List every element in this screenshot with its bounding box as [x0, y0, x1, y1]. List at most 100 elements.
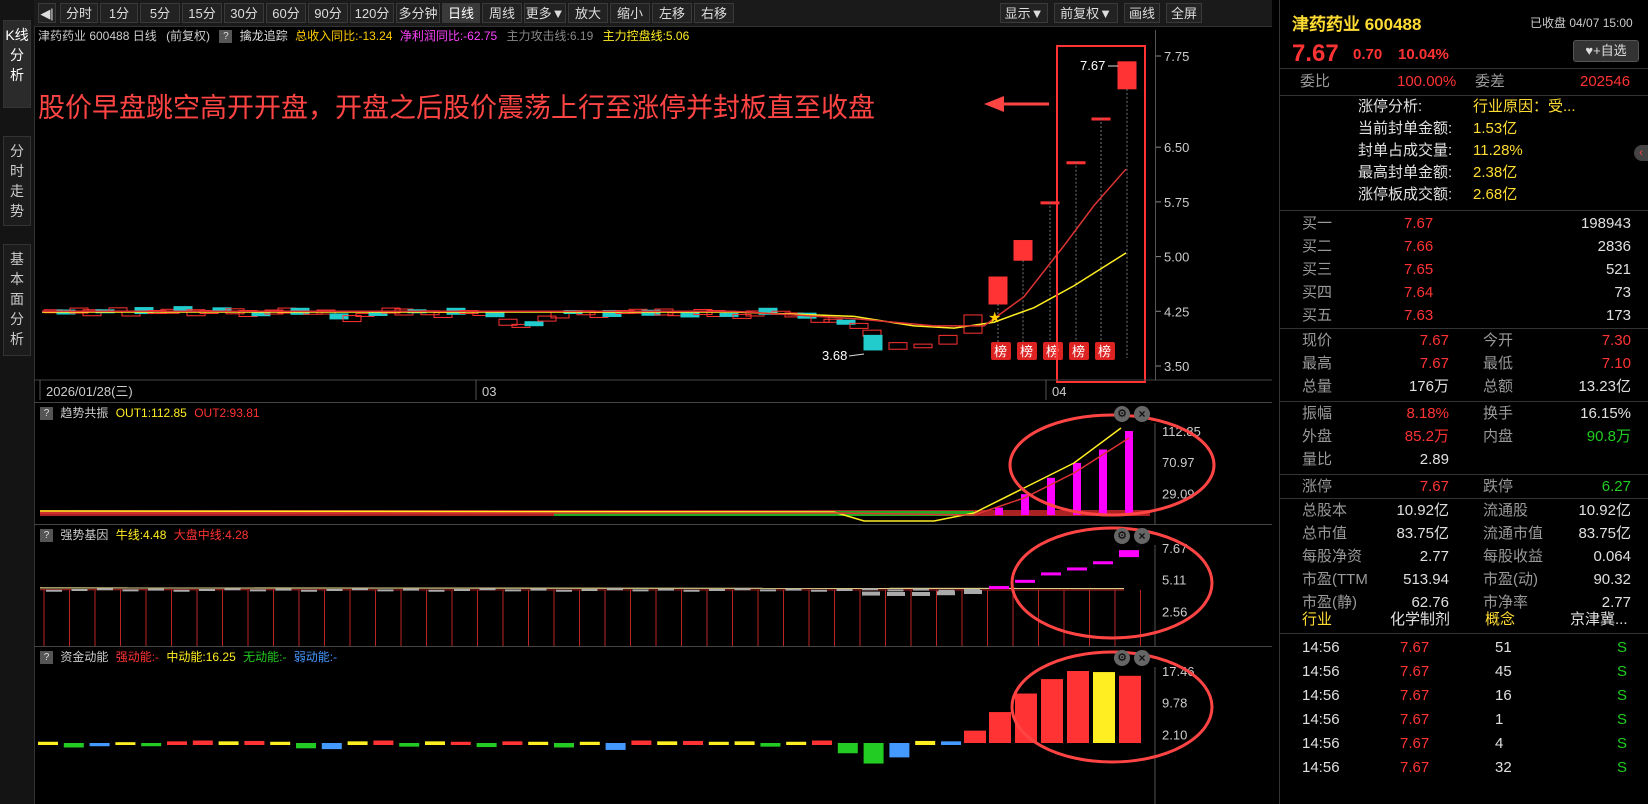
gear-icon[interactable]: ⚙: [1114, 650, 1130, 666]
industry-value[interactable]: 化学制剂: [1390, 608, 1450, 632]
stat-value: 83.75亿: [1578, 525, 1631, 542]
strong-mark: [275, 588, 292, 591]
nav-kline-analysis[interactable]: K线分析: [3, 20, 31, 108]
fund-bar: [450, 741, 471, 745]
tick-row: 14:56 7.67 32 S: [1280, 756, 1648, 780]
stat-value: 176万: [1408, 378, 1449, 395]
fund-panel[interactable]: ? 资金动能 强动能:- 中动能:16.25 无动能:- 弱动能:- 17.46…: [34, 647, 1272, 804]
fund-chart[interactable]: 17.469.782.10: [34, 647, 1272, 804]
strong-panel[interactable]: ? 强势基因 牛线:4.48 大盘中线:4.28 7.67 5.11 2.56 ⚙ …: [34, 525, 1272, 647]
limit-info-key: 涨停分析:: [1358, 98, 1423, 115]
toolbar-btn-0[interactable]: 分时: [60, 3, 98, 23]
kline-chart[interactable]: 7.756.505.755.004.253.50★榜榜榜榜榜7.673.6820…: [34, 26, 1272, 402]
fund-bar: [270, 741, 291, 745]
stat-value: 7.30: [1601, 332, 1631, 349]
strong-mark: [913, 588, 929, 591]
trend-chart[interactable]: 112.8570.9729.09: [34, 403, 1272, 524]
toolbar-btn-12[interactable]: 放大: [568, 3, 608, 23]
stat-value: 7.10: [1601, 355, 1631, 372]
fund-bar: [734, 741, 755, 745]
toolbar-btn-10[interactable]: 周线: [482, 3, 522, 23]
limit-info-value: 行业原因：受...: [1473, 98, 1576, 115]
expand-left-icon[interactable]: ‹: [1634, 145, 1648, 161]
candle: [329, 313, 349, 320]
fund-bar: [167, 741, 187, 745]
candle: [913, 343, 933, 349]
fund-bar: [38, 741, 58, 745]
toolbar-btn-9[interactable]: 日线: [442, 3, 480, 23]
toolbar-btn-3[interactable]: 15分: [182, 3, 222, 23]
tick-direction: S: [1616, 759, 1627, 776]
close-icon[interactable]: ×: [1134, 650, 1150, 666]
limit-info-row: 封单占成交量: 11.28%: [1280, 140, 1648, 162]
nav-fundamental[interactable]: 基本面分析: [3, 244, 31, 356]
toolbar-btn-11[interactable]: 更多▼: [524, 3, 566, 23]
price-change: 0.70: [1353, 46, 1383, 63]
strong-chart[interactable]: 7.675.112.56: [34, 525, 1272, 646]
ma-red: [42, 168, 1127, 327]
toolbar-right-btn-1[interactable]: 前复权▼: [1054, 3, 1118, 23]
toolbar-right-btn-0[interactable]: 显示▼: [1000, 3, 1048, 23]
fund-bar: [296, 743, 316, 749]
strong-mark: [199, 588, 215, 591]
concept-value[interactable]: 京津冀...: [1570, 608, 1628, 632]
toolbar-btn-6[interactable]: 90分: [308, 3, 348, 23]
limit-info-row: 最高封单金额: 2.38亿: [1280, 162, 1648, 184]
strong-mark: [862, 588, 878, 591]
fund-bar: [321, 743, 342, 750]
bid-row[interactable]: 买三 7.65 521: [1280, 258, 1648, 281]
kline-panel[interactable]: 津药药业 600488 日线 (前复权) ? 擒龙追踪 总收入同比:-13.24…: [34, 26, 1272, 403]
stat-value: 7.67: [1419, 332, 1449, 349]
bid-row[interactable]: 买五 7.63 173: [1280, 304, 1648, 327]
bid-row[interactable]: 买一 7.67 198943: [1280, 212, 1648, 235]
ma-yellow: [42, 252, 1127, 329]
fund-bar-surge: [1119, 675, 1141, 743]
toolbar-btn-4[interactable]: 30分: [224, 3, 264, 23]
trend-panel[interactable]: ? 趋势共振 OUT1:112.85 OUT2:93.81 112.85 70.9…: [34, 403, 1272, 525]
toolbar-right-btn-2[interactable]: 画线: [1124, 3, 1160, 23]
toolbar-btn-5[interactable]: 60分: [266, 3, 306, 23]
limit-info-value: 2.38亿: [1473, 164, 1518, 181]
strong-mark: [326, 588, 343, 591]
close-icon[interactable]: ×: [1134, 406, 1150, 422]
gear-icon[interactable]: ⚙: [1114, 528, 1130, 544]
strong-mark-pink: [1119, 550, 1139, 558]
nav-timeshare[interactable]: 分时走势: [3, 136, 31, 226]
stat-value: 10.92亿: [1578, 502, 1631, 519]
stat-row: 总股本 10.92亿 流通股 10.92亿: [1280, 499, 1648, 522]
gear-icon[interactable]: ⚙: [1114, 406, 1130, 422]
collapse-button[interactable]: ◀|: [38, 3, 56, 23]
strong-mark: [352, 588, 368, 591]
add-watchlist-button[interactable]: ♥+自选: [1573, 40, 1639, 62]
date-label: 2026/01/28(三): [46, 384, 133, 399]
toolbar-btn-14[interactable]: 左移: [652, 3, 692, 23]
strong-mark: [46, 589, 62, 592]
strong-mark: [97, 588, 113, 591]
yaxis-label: 7.75: [1164, 49, 1189, 64]
stat-row: 外盘 85.2万 内盘 90.8万: [1280, 425, 1648, 448]
toolbar-btn-15[interactable]: 右移: [694, 3, 734, 23]
low-price-label: 3.68: [822, 348, 847, 363]
close-icon[interactable]: ×: [1134, 528, 1150, 544]
fund-bar: [915, 740, 936, 745]
toolbar-btn-13[interactable]: 缩小: [610, 3, 650, 23]
fund-bar: [115, 742, 136, 745]
bid-price: 7.66: [1404, 238, 1434, 255]
bid-row[interactable]: 买二 7.66 2836: [1280, 235, 1648, 258]
strong-mark-pink: [1015, 579, 1035, 583]
stat-value: 7.67: [1419, 478, 1449, 495]
fund-bar: [837, 743, 858, 754]
toolbar-btn-7[interactable]: 120分: [350, 3, 394, 23]
strong-mark: [658, 588, 674, 591]
toolbar-btn-1[interactable]: 1分: [100, 3, 138, 23]
fund-bar: [579, 741, 600, 745]
toolbar-btn-8[interactable]: 多分钟: [396, 3, 440, 23]
last-price: 7.67: [1292, 40, 1339, 67]
yaxis-label: 6.50: [1164, 140, 1189, 155]
bid-row[interactable]: 买四 7.64 73: [1280, 281, 1648, 304]
strong-mark: [811, 589, 827, 592]
toolbar-btn-2[interactable]: 5分: [140, 3, 180, 23]
toolbar-right-btn-3[interactable]: 全屏: [1166, 3, 1202, 23]
fund-bar: [63, 743, 84, 748]
bang-label: 榜: [1098, 344, 1111, 359]
